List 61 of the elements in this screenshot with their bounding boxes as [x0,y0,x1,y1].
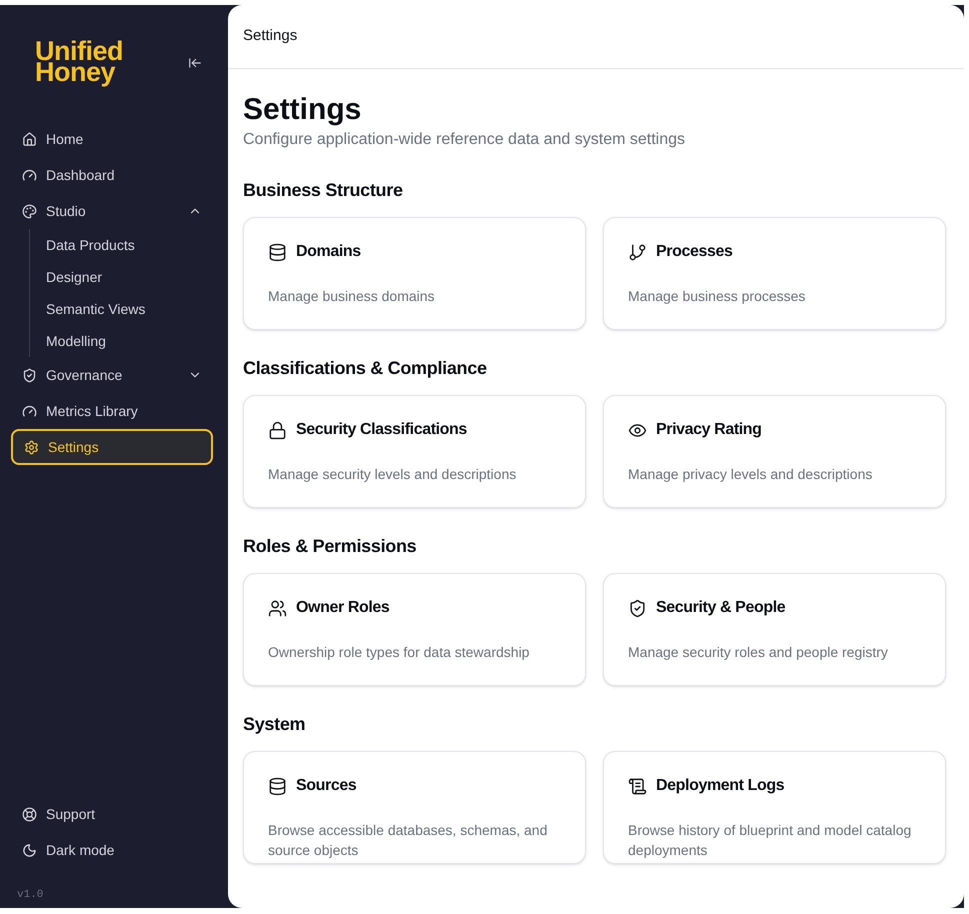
settings-card[interactable]: Privacy Rating Manage privacy levels and descriptions [603,395,946,508]
nav-subitem[interactable]: Modelling [46,325,213,357]
card-description: Manage privacy levels and descriptions [628,465,874,484]
settings-card[interactable]: Sources Browse accessible databases, schemas, and source objects [243,751,586,864]
card-title: Owner Roles [296,598,390,618]
card-description: Ownership role types for data stewardship [268,643,530,662]
nav-item[interactable]: Dark mode [11,832,213,868]
nav-subitem[interactable]: Data Products [46,229,213,261]
settings-card[interactable]: Owner Roles Ownership role types for data stewardship [243,573,586,686]
nav-item[interactable]: Metrics Library [11,393,213,429]
nav-item[interactable]: Support [11,796,213,832]
card-description: Browse accessible databases, schemas, and source objects [268,821,548,860]
nav-subitem[interactable]: Designer [46,261,213,293]
nav-item[interactable]: Settings [11,429,213,465]
card-description: Manage business domains [268,287,436,306]
moon-icon [22,842,37,858]
card-title: Processes [656,242,732,262]
database-icon [268,776,287,796]
card-description: Manage security levels and descriptions [268,465,518,484]
nav-item[interactable]: Studio [11,193,213,229]
nav-item[interactable]: Governance [11,357,213,393]
palette-icon [22,204,37,218]
card-title: Privacy Rating [656,420,762,440]
section-heading: Roles & Permissions [243,535,416,558]
card-title: Deployment Logs [656,776,784,796]
card-title: Sources [296,776,356,796]
nav-item[interactable]: Dashboard [11,157,213,193]
home-icon [22,132,37,146]
shield-check-icon [22,368,37,382]
card-description: Browse history of blueprint and model catalog deployments [628,821,912,860]
nav-item[interactable]: Home [11,121,213,157]
settings-card[interactable]: Deployment Logs Browse history of blueprint and model catalog deployments [603,751,946,864]
lifebuoy-icon [22,806,37,822]
users-icon [268,598,287,618]
card-description: Manage security roles and people registry [628,643,889,662]
collapse-icon [188,56,202,70]
branch-icon [628,242,647,262]
card-title: Domains [296,242,361,262]
settings-card[interactable]: Security Classifications Manage security levels and descriptions [243,395,586,508]
collapse-sidebar-button[interactable] [188,56,202,70]
scroll-icon [628,776,647,796]
nav-subitem[interactable]: Semantic Views [46,293,213,325]
section-heading: Business Structure [243,179,403,202]
version-label: v1.0 [17,888,44,903]
shield-check-icon [628,598,647,618]
gauge-icon [22,168,37,182]
page-title: Settings [243,92,362,128]
card-description: Manage business processes [628,287,806,306]
page-subtitle: Configure application-wide reference data and system settings [243,130,686,150]
card-title: Security Classifications [296,420,467,440]
section-heading: Classifications & Compliance [243,357,487,380]
card-title: Security & People [656,598,786,618]
gauge-icon [22,404,37,418]
settings-card[interactable]: Processes Manage business processes [603,217,946,330]
settings-icon [24,440,39,454]
settings-card[interactable]: Security & People Manage security roles and people registry [603,573,946,686]
database-icon [268,242,287,262]
settings-card[interactable]: Domains Manage business domains [243,217,586,330]
header-title: Settings [243,26,298,46]
lock-icon [268,420,287,440]
section-heading: System [243,713,306,736]
